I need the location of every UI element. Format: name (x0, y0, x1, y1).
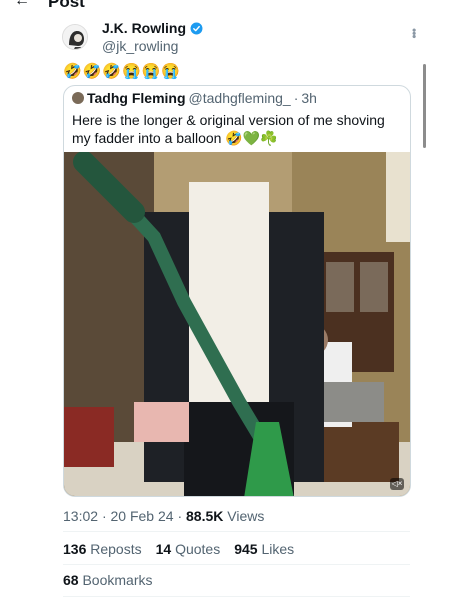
top-bar: ← Post (0, 0, 474, 14)
author-handle[interactable]: @jk_rowling (102, 38, 178, 54)
post-time: 13:02 (63, 508, 99, 524)
likes-count: 945 (234, 541, 258, 557)
quotes-stat[interactable]: 14 Quotes (156, 541, 221, 557)
video-media[interactable]: ◁× (64, 152, 410, 496)
quote-author-name: Tadhg Fleming (87, 90, 186, 106)
views-label: Views (227, 508, 265, 524)
engagement-stats: 136 Reposts 14 Quotes 945 Likes (63, 541, 294, 557)
mute-speaker-icon[interactable]: ◁× (390, 478, 404, 490)
quoted-tweet-text: Here is the longer & original version of… (72, 112, 385, 146)
quote-separator: · (293, 90, 299, 106)
bookmarks-stat[interactable]: 68 Bookmarks (63, 572, 153, 588)
quotes-label: Quotes (175, 541, 221, 557)
divider (63, 531, 410, 532)
quote-author-handle: @tadhgfleming_ (188, 90, 291, 106)
likes-label: Likes (261, 541, 295, 557)
verified-badge-icon (190, 22, 203, 34)
quoted-tweet-card[interactable]: Tadhg Fleming @tadhgfleming_ · 3h Here i… (63, 85, 411, 497)
quoted-tweet-header: Tadhg Fleming @tadhgfleming_ · 3h (72, 90, 317, 106)
tweet-text: 🤣🤣🤣😭😭😭 (63, 63, 182, 80)
scrollbar-thumb[interactable] (423, 64, 426, 148)
back-arrow-icon[interactable]: ← (14, 0, 30, 10)
page-title: Post (48, 0, 85, 11)
post-timestamp: 13:02 · 20 Feb 24 · 88.5K Views (63, 508, 264, 524)
quote-author-avatar (72, 92, 84, 104)
views-count: 88.5K (186, 508, 224, 524)
author-avatar[interactable] (62, 24, 88, 50)
bookmarks-label: Bookmarks (82, 572, 153, 588)
divider (63, 596, 410, 597)
author-name-text: J.K. Rowling (102, 20, 186, 36)
post-date: 20 Feb 24 (110, 508, 174, 524)
divider (63, 564, 410, 565)
more-options-icon[interactable]: ••• (407, 28, 421, 38)
meta-separator-1: · (101, 508, 111, 524)
reposts-count: 136 (63, 541, 87, 557)
reposts-label: Reposts (90, 541, 142, 557)
quotes-count: 14 (155, 541, 172, 557)
bookmarks-count: 68 (63, 572, 79, 588)
likes-stat[interactable]: 945 Likes (234, 541, 294, 557)
author-name[interactable]: J.K. Rowling (102, 20, 203, 36)
quote-time: 3h (301, 90, 317, 106)
video-frame (64, 152, 410, 496)
reposts-stat[interactable]: 136 Reposts (63, 541, 142, 557)
meta-separator-2: · (177, 508, 187, 524)
